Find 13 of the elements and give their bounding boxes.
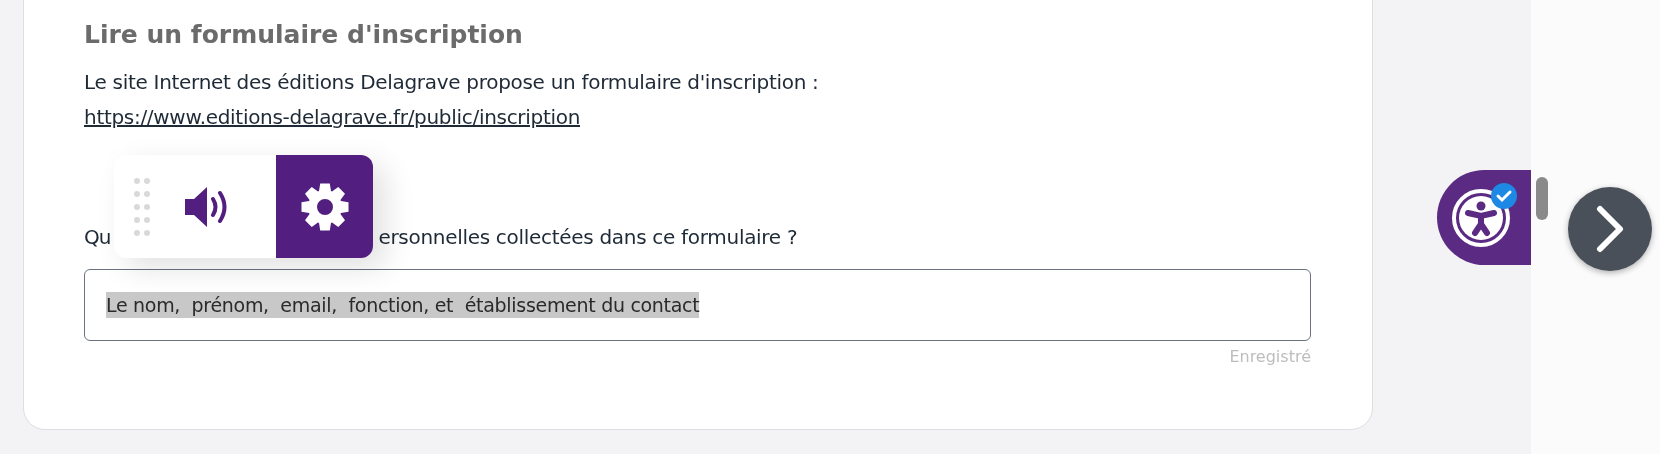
settings-button[interactable] (276, 155, 373, 258)
answer-field[interactable]: Le nom, prénom, email, fonction, et établissement du contact (84, 269, 1311, 341)
accessibility-button[interactable] (1437, 170, 1531, 265)
save-status: Enregistré (1228, 347, 1311, 366)
settings-icon (298, 180, 351, 233)
question-text: ersonnelles collectées dans ce formulaire ? (378, 224, 798, 251)
question-text: Qu (84, 224, 111, 251)
section-title: Lire un formulaire d'inscription (84, 19, 523, 51)
scrollbar-thumb[interactable] (1536, 177, 1548, 220)
chevron-right-icon (1595, 205, 1625, 253)
inscription-link[interactable]: https://www.editions-delagrave.fr/public/inscription (84, 105, 581, 129)
intro-paragraph: Le site Internet des éditions Delagrave propose un formulaire d'inscription : https://www.editions-delagrave.fr/public/inscription (84, 69, 820, 131)
drag-handle-icon[interactable] (134, 176, 150, 237)
